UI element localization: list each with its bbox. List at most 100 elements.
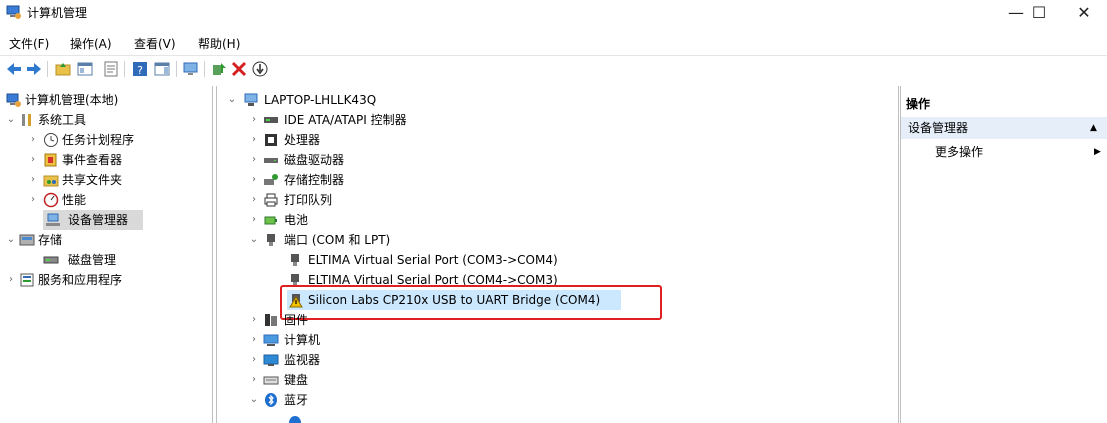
chevron-right-icon[interactable]: › xyxy=(249,330,259,350)
back-arrow-icon[interactable] xyxy=(5,60,23,78)
menu-help[interactable]: 帮助(H) xyxy=(198,34,240,54)
tree-item-root[interactable]: 计算机管理(本地) xyxy=(0,90,211,110)
tree-item-system-tools[interactable]: ⌄ 系统工具 xyxy=(0,110,211,130)
port-icon xyxy=(267,234,275,246)
bluetooth-icon xyxy=(265,393,277,407)
device-label: 打印队列 xyxy=(284,193,333,207)
event-viewer-icon xyxy=(44,153,57,167)
chevron-down-icon[interactable]: ⌄ xyxy=(249,390,259,410)
printer-icon xyxy=(264,193,278,207)
device-label: 键盘 xyxy=(284,373,309,387)
menu-file[interactable]: 文件(F) xyxy=(9,34,49,54)
help-icon[interactable]: ? xyxy=(131,60,149,78)
tree-item-label: 事件查看器 xyxy=(62,153,123,167)
actions-pane: 操作 设备管理器 ▲ 更多操作 ▶ xyxy=(900,86,1107,423)
forward-arrow-icon[interactable] xyxy=(25,60,43,78)
title-bar: 计算机管理 — ☐ ✕ xyxy=(0,0,1107,28)
chevron-down-icon[interactable]: ⌄ xyxy=(6,110,16,130)
chevron-down-icon[interactable]: ⌄ xyxy=(6,230,16,250)
chevron-right-icon[interactable]: › xyxy=(249,310,259,330)
tools-icon xyxy=(22,114,31,126)
actions-header-label: 操作 xyxy=(906,97,931,111)
enable-device-icon[interactable] xyxy=(251,60,269,78)
tree-item-label: 服务和应用程序 xyxy=(38,273,123,287)
tree-item-event-viewer[interactable]: › 事件查看器 xyxy=(0,150,211,170)
keyboard-icon xyxy=(263,376,279,385)
chevron-right-icon[interactable]: › xyxy=(249,150,259,170)
tree-item-label: 存储 xyxy=(38,233,63,247)
chevron-down-icon[interactable]: ⌄ xyxy=(227,90,237,110)
computer-management-icon xyxy=(6,93,21,107)
actions-header: 操作 xyxy=(901,94,1107,114)
port-icon xyxy=(291,254,299,266)
scan-hardware-icon[interactable] xyxy=(182,60,200,78)
chevron-right-icon[interactable]: › xyxy=(28,150,38,170)
device-label: 监视器 xyxy=(284,353,321,367)
toolbar-separator xyxy=(204,61,205,77)
chevron-right-icon[interactable]: › xyxy=(28,130,38,150)
tree-item-performance[interactable]: › 性能 xyxy=(0,190,211,210)
menu-view[interactable]: 查看(V) xyxy=(134,34,176,54)
chevron-right-icon[interactable]: › xyxy=(249,170,259,190)
chevron-right-icon[interactable]: › xyxy=(249,370,259,390)
processor-icon xyxy=(265,134,277,146)
tree-item-shared-folders[interactable]: › 共享文件夹 xyxy=(0,170,211,190)
tree-item-device-manager[interactable]: 设备管理器 xyxy=(43,210,143,230)
menu-bar: 文件(F) 操作(A) 查看(V) 帮助(H) xyxy=(0,34,1107,54)
storage-icon xyxy=(19,234,35,246)
computer-icon xyxy=(244,93,258,106)
chevron-right-icon[interactable]: › xyxy=(28,170,38,190)
battery-icon xyxy=(264,216,277,225)
actions-more[interactable]: 更多操作 ▶ xyxy=(901,141,1107,163)
console-tree-pane: 计算机管理(本地) ⌄ 系统工具 › 任务计划程序 › 事件查看器 › 共享文件… xyxy=(0,86,213,423)
device-label: 计算机 xyxy=(284,333,321,347)
tree-item-task-scheduler[interactable]: › 任务计划程序 xyxy=(0,130,211,150)
actions-section-label: 设备管理器 xyxy=(908,121,969,135)
bluetooth-device-icon xyxy=(289,416,301,423)
tree-item-disk-management[interactable]: 磁盘管理 xyxy=(0,250,211,270)
maximize-button[interactable]: ☐ xyxy=(1016,0,1062,28)
disk-drive-icon xyxy=(264,158,278,163)
show-hide-tree-icon[interactable] xyxy=(76,60,94,78)
chevron-down-icon[interactable]: ⌄ xyxy=(249,230,259,250)
shared-folder-icon xyxy=(43,175,59,187)
actions-more-label: 更多操作 xyxy=(935,145,984,159)
storage-controller-icon xyxy=(264,174,278,185)
monitor-icon xyxy=(263,354,279,366)
firmware-icon xyxy=(265,314,277,326)
clock-icon xyxy=(44,133,58,147)
close-button[interactable]: ✕ xyxy=(1061,0,1107,28)
properties-icon[interactable] xyxy=(102,60,120,78)
chevron-right-icon[interactable]: › xyxy=(249,210,259,230)
tree-item-storage[interactable]: ⌄ 存储 xyxy=(0,230,211,250)
device-manager-icon xyxy=(46,213,60,226)
toolbar-separator xyxy=(176,61,177,77)
chevron-right-icon[interactable]: › xyxy=(249,350,259,370)
menu-action[interactable]: 操作(A) xyxy=(70,34,112,54)
chevron-right-icon[interactable]: › xyxy=(249,130,259,150)
toolbar-separator xyxy=(47,61,48,77)
svg-text:?: ? xyxy=(137,64,143,77)
computer-icon xyxy=(263,334,279,346)
tree-item-label: 磁盘管理 xyxy=(68,253,117,267)
tree-item-services-apps[interactable]: › 服务和应用程序 xyxy=(0,270,211,290)
up-folder-icon[interactable] xyxy=(54,60,72,78)
chevron-right-icon[interactable]: › xyxy=(249,110,259,130)
device-label: 端口 (COM 和 LPT) xyxy=(284,233,391,247)
chevron-right-icon[interactable]: › xyxy=(28,190,38,210)
chevron-right-icon[interactable]: › xyxy=(249,190,259,210)
toolbar: ? xyxy=(0,55,1107,82)
update-driver-icon[interactable] xyxy=(210,60,228,78)
device-label: 处理器 xyxy=(284,133,321,147)
chevron-right-icon[interactable]: › xyxy=(6,270,16,290)
uninstall-device-icon[interactable] xyxy=(230,60,248,78)
tree-item-label: 任务计划程序 xyxy=(62,133,135,147)
device-label: IDE ATA/ATAPI 控制器 xyxy=(284,113,407,127)
collapse-arrow-icon[interactable]: ▲ xyxy=(1090,117,1097,139)
actions-section-device-manager[interactable]: 设备管理器 ▲ xyxy=(901,117,1107,139)
show-hide-action-pane-icon[interactable] xyxy=(153,60,171,78)
tree-item-label: 设备管理器 xyxy=(68,213,129,227)
highlight-box xyxy=(280,285,662,320)
tree-item-label: 共享文件夹 xyxy=(62,173,123,187)
device-label: 磁盘驱动器 xyxy=(284,153,345,167)
